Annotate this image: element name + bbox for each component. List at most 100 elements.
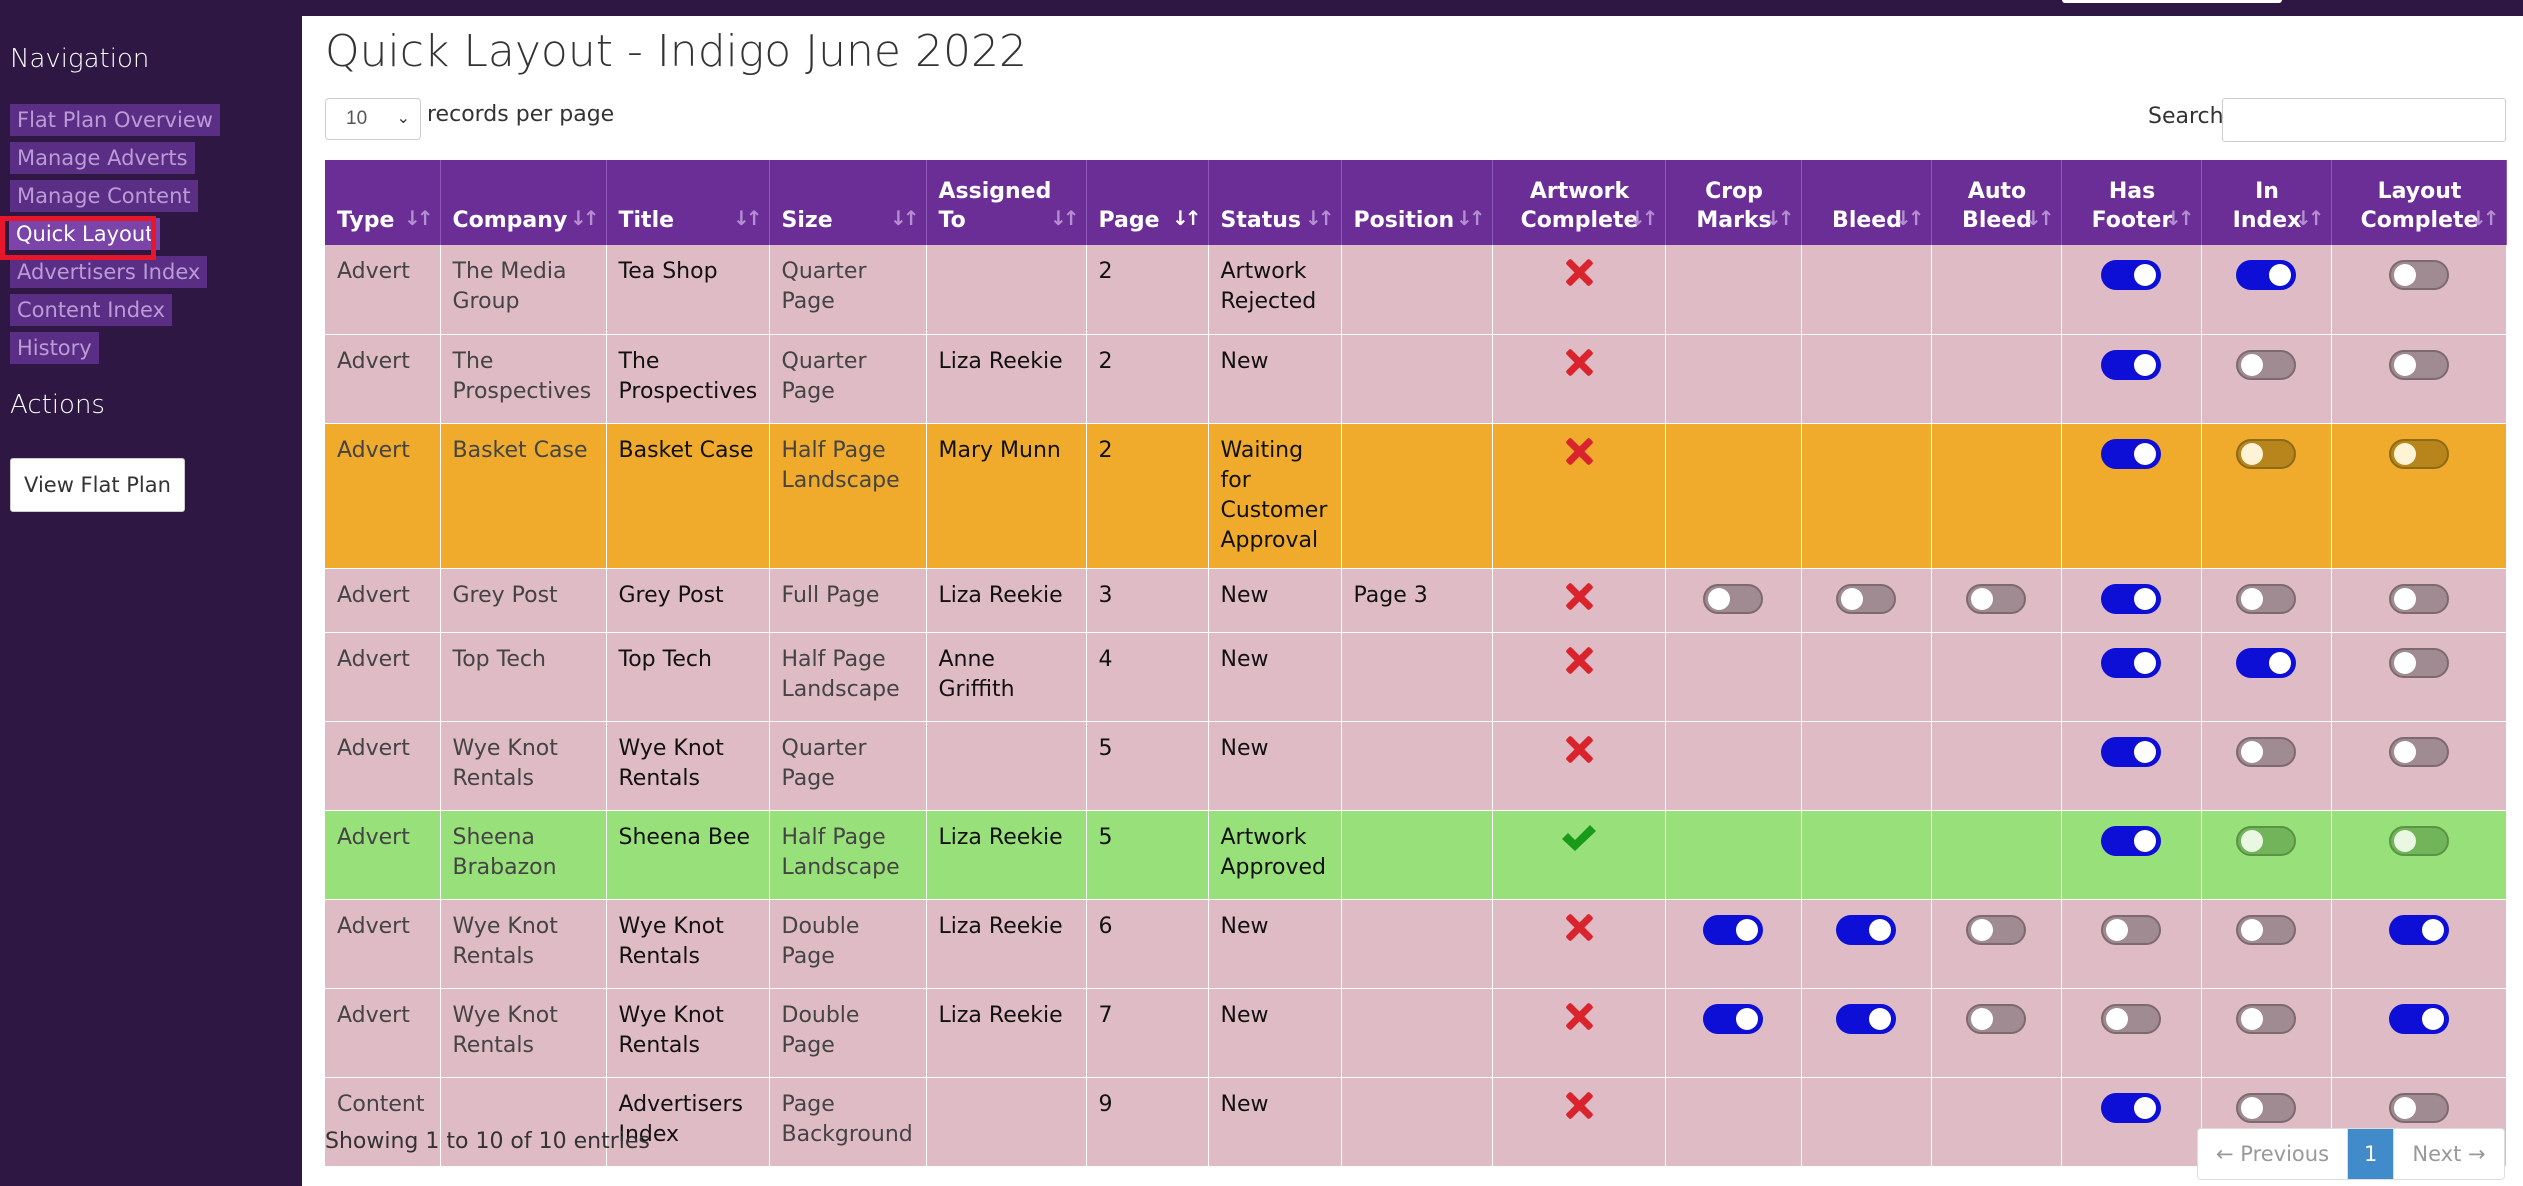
column-header-has-footer[interactable]: Has Footer ↓↑ [2061,160,2202,245]
next-page-button[interactable]: Next → [2394,1129,2504,1179]
has-footer-cell [2061,568,2202,633]
column-header-status[interactable]: Status ↓↑ [1208,160,1342,245]
company-cell: Wye Knot Rentals [440,721,607,811]
column-header-assigned-to[interactable]: Assigned To ↓↑ [926,160,1087,245]
position-cell: Page 3 [1341,568,1493,633]
column-header-layout-complete[interactable]: Layout Complete ↓↑ [2331,160,2507,245]
crop-marks-toggle[interactable] [1703,1003,1763,1034]
status-cell: New [1208,988,1342,1078]
in-index-toggle[interactable] [2236,1092,2296,1123]
bleed-toggle[interactable] [1836,583,1896,614]
has-footer-toggle[interactable] [2101,825,2161,856]
toggle-knob [2134,1096,2156,1119]
table-row: Advert Grey Post Grey Post Full Page Liza Re… [325,568,2507,633]
column-header-position[interactable]: Position ↓↑ [1341,160,1493,245]
auto-bleed-cell [1931,988,2062,1078]
layout-complete-toggle[interactable] [2388,914,2449,945]
sort-icon: ↓↑ [2294,206,2324,230]
company-cell: Top Tech [440,632,607,722]
auto-bleed-toggle[interactable] [1966,1003,2026,1034]
has-footer-toggle[interactable] [2101,1092,2161,1123]
toggle-knob [2134,442,2156,465]
column-header-type[interactable]: Type ↓↑ [325,160,441,245]
top-bar [0,0,2523,16]
sidebar: Navigation Flat Plan Overview Manage Adv… [0,16,300,1186]
sidebar-item-manage-content[interactable]: Manage Content [10,180,198,212]
title-cell: Wye Knot Rentals [606,899,770,989]
has-footer-toggle[interactable] [2101,260,2161,290]
column-header-title[interactable]: Title ↓↑ [606,160,770,245]
position-cell [1341,423,1493,569]
column-header-artwork-complete[interactable]: Artwork Complete ↓↑ [1492,160,1666,245]
page-cell: 5 [1086,721,1209,811]
layout-complete-toggle[interactable] [2388,825,2449,856]
assigned-to-cell: Liza Reekie [926,334,1087,424]
in-index-toggle[interactable] [2236,1003,2296,1034]
has-footer-toggle[interactable] [2101,349,2161,380]
previous-page-button[interactable]: ← Previous [2198,1129,2348,1179]
in-index-toggle[interactable] [2236,438,2296,469]
column-header-auto-bleed[interactable]: Auto Bleed ↓↑ [1931,160,2062,245]
toggle-knob [1708,587,1730,610]
layout-complete-toggle[interactable] [2388,1092,2449,1123]
in-index-toggle[interactable] [2236,349,2296,380]
in-index-cell [2201,899,2332,989]
has-footer-toggle[interactable] [2101,647,2161,678]
in-index-toggle[interactable] [2236,914,2296,945]
sidebar-item-history[interactable]: History [10,332,99,364]
column-header-in-index[interactable]: In Index ↓↑ [2201,160,2332,245]
sidebar-item-advertisers-index[interactable]: Advertisers Index [10,256,208,288]
column-header-page[interactable]: Page ↓↑ [1086,160,1209,245]
crop-marks-toggle[interactable] [1703,583,1763,614]
column-header-bleed[interactable]: Bleed ↓↑ [1801,160,1932,245]
layout-complete-toggle[interactable] [2388,260,2449,290]
search-input[interactable] [2222,98,2506,142]
has-footer-toggle[interactable] [2101,914,2161,945]
in-index-toggle[interactable] [2236,260,2296,290]
crop-marks-cell [1665,899,1802,989]
records-per-page-select[interactable]: 10 ⌄ [325,98,421,140]
toggle-knob [2241,353,2263,376]
position-cell [1341,632,1493,722]
sidebar-item-flat-plan-overview[interactable]: Flat Plan Overview [10,104,220,136]
crop-marks-cell [1665,334,1802,424]
auto-bleed-toggle[interactable] [1966,914,2026,945]
crop-marks-cell [1665,721,1802,811]
sort-icon: ↓↑ [732,206,762,230]
layout-complete-toggle[interactable] [2388,438,2449,469]
in-index-toggle[interactable] [2236,583,2296,614]
has-footer-toggle[interactable] [2101,438,2161,469]
toggle-knob [1736,1007,1758,1030]
column-header-crop-marks[interactable]: Crop Marks ↓↑ [1665,160,1802,245]
auto-bleed-toggle[interactable] [1966,583,2026,614]
bleed-toggle[interactable] [1836,1003,1896,1034]
has-footer-toggle[interactable] [2101,583,2161,614]
page-1-button[interactable]: 1 [2347,1129,2395,1179]
view-flat-plan-button[interactable]: View Flat Plan [10,458,185,512]
column-header-size[interactable]: Size ↓↑ [769,160,927,245]
toggle-knob [2241,442,2263,465]
sort-icon: ↓↑ [2164,206,2194,230]
in-index-toggle[interactable] [2236,825,2296,856]
layout-complete-toggle[interactable] [2388,647,2449,678]
layout-complete-toggle[interactable] [2388,583,2449,614]
title-cell: Tea Shop [606,245,770,335]
layout-complete-toggle[interactable] [2388,1003,2449,1034]
in-index-toggle[interactable] [2236,736,2296,767]
sidebar-item-quick-layout[interactable]: Quick Layout [9,218,161,250]
layout-complete-toggle[interactable] [2388,349,2449,380]
sort-icon: ↓↑ [1764,206,1794,230]
page-title: Quick Layout - Indigo June 2022 [325,26,1027,77]
toggle-knob [1841,587,1863,610]
crop-marks-toggle[interactable] [1703,914,1763,945]
layout-complete-toggle[interactable] [2388,736,2449,767]
in-index-cell [2201,568,2332,633]
in-index-toggle[interactable] [2236,647,2296,678]
top-bar-control[interactable] [2062,0,2282,3]
has-footer-toggle[interactable] [2101,1003,2161,1034]
sidebar-item-content-index[interactable]: Content Index [10,294,173,326]
column-header-company[interactable]: Company ↓↑ [440,160,607,245]
has-footer-toggle[interactable] [2101,736,2161,767]
sidebar-item-manage-adverts[interactable]: Manage Adverts [10,142,195,174]
bleed-toggle[interactable] [1836,914,1896,945]
